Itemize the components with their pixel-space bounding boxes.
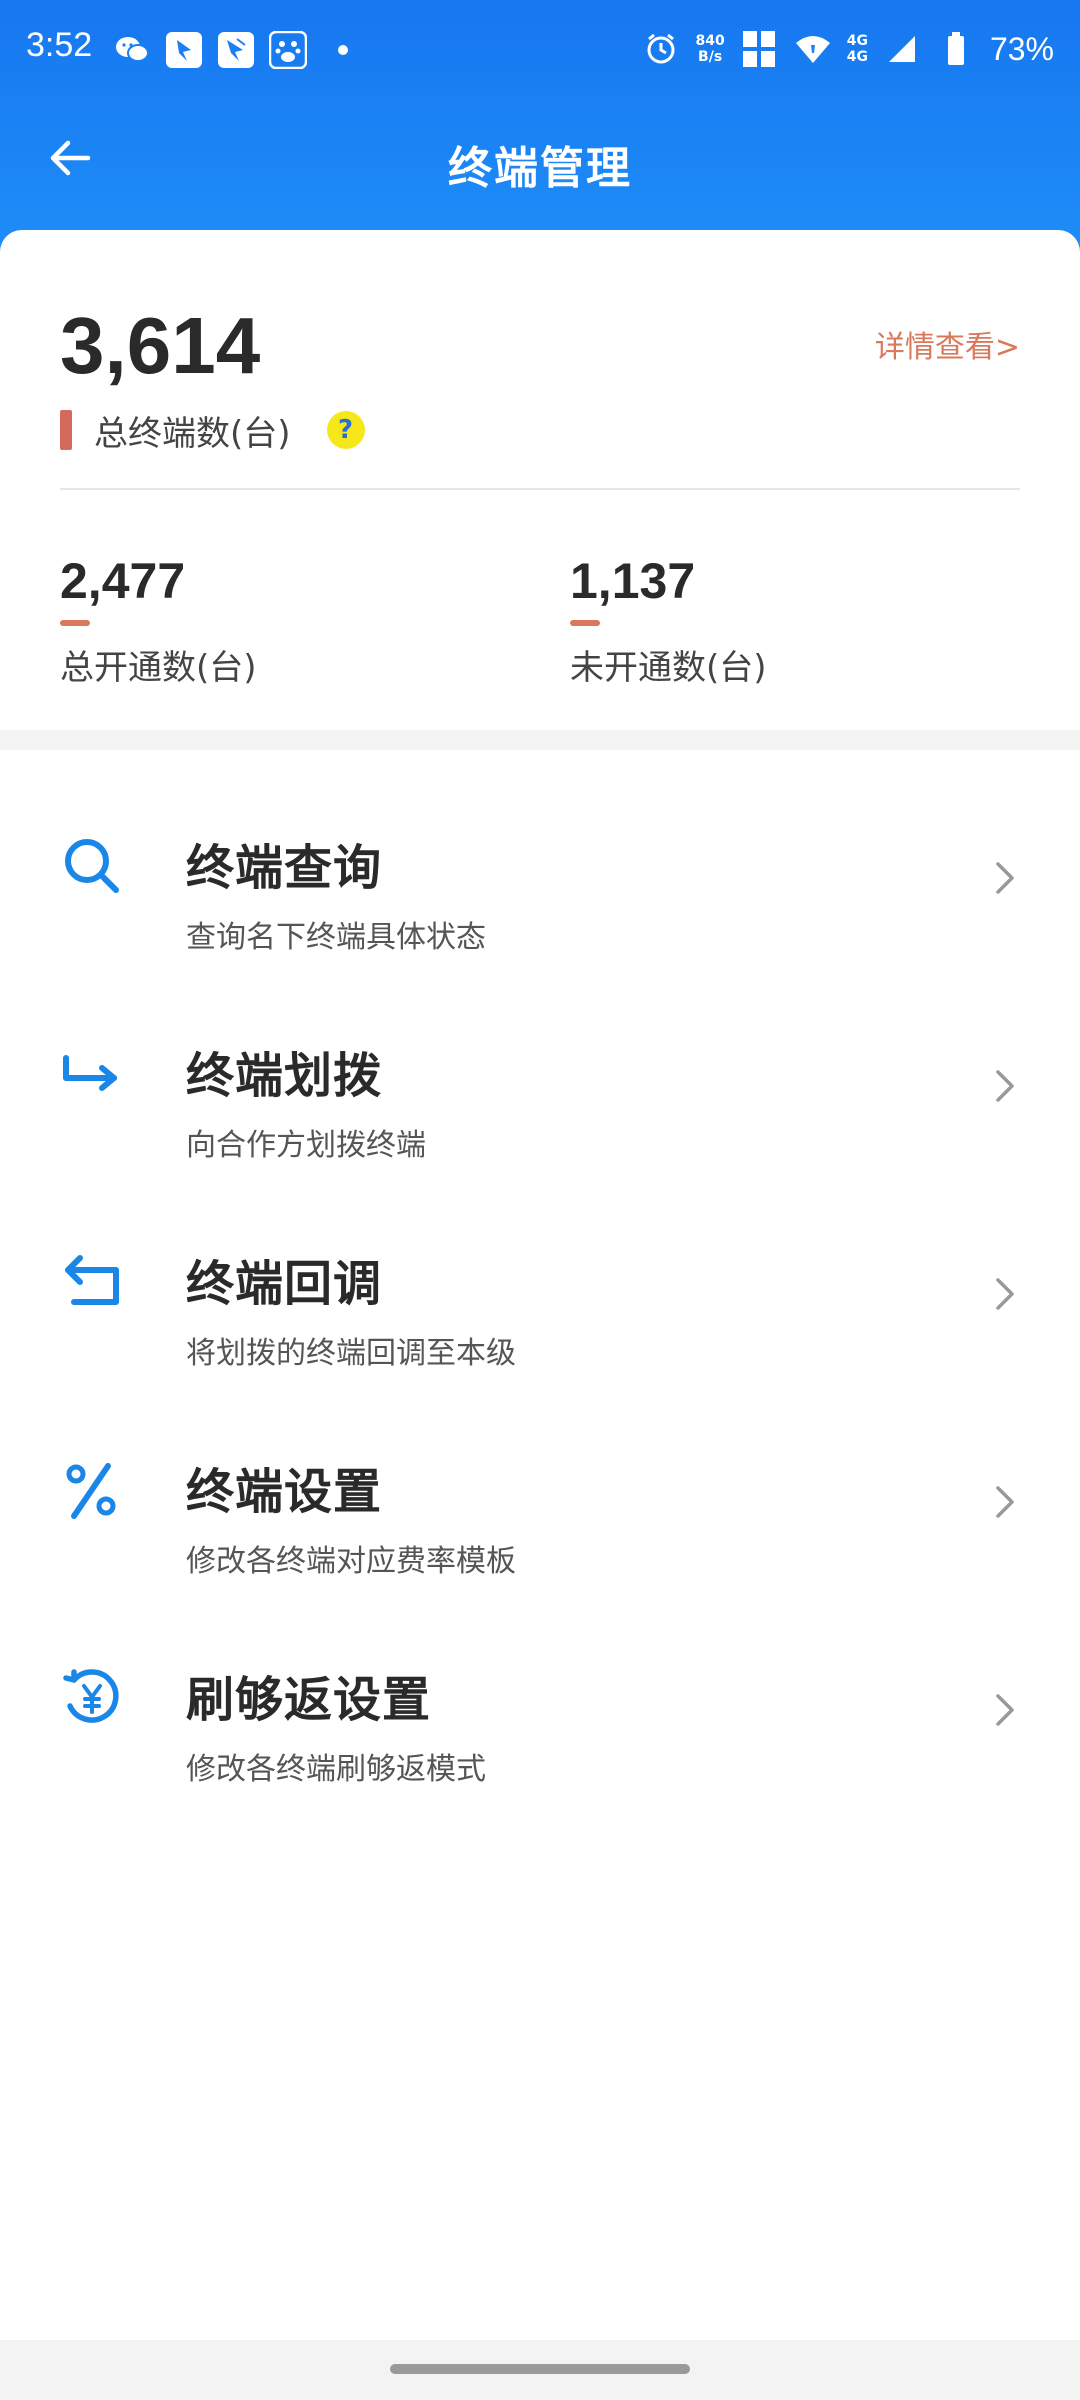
menu-item-terminal-query[interactable]: 终端查询 查询名下终端具体状态 bbox=[0, 780, 1080, 988]
network-type: 4G 4G bbox=[847, 33, 868, 65]
total-terminals-label: 总终端数(台) bbox=[94, 413, 291, 454]
app-notification-icon bbox=[164, 30, 204, 70]
menu-item-title: 终端设置 bbox=[186, 1464, 383, 1520]
status-time: 3:52 bbox=[26, 26, 93, 64]
menu-item-terminal-transfer[interactable]: 终端划拨 向合作方划拨终端 bbox=[0, 988, 1080, 1196]
menu-item-desc: 查询名下终端具体状态 bbox=[186, 920, 486, 955]
menu-item-desc: 将划拨的终端回调至本级 bbox=[186, 1336, 516, 1371]
menu-item-title: 终端回调 bbox=[186, 1256, 383, 1312]
chevron-right-icon bbox=[990, 1690, 1020, 1730]
status-bar: 3:52 840 B/s 4G 4G 73% bbox=[0, 0, 1080, 100]
network-label-top: 4G bbox=[846, 33, 868, 49]
menu-list: 终端查询 查询名下终端具体状态 终端划拨 向合作方划拨终端 终端回调 将划拨的终… bbox=[0, 780, 1080, 1820]
percent-icon bbox=[56, 1454, 128, 1526]
activated-label: 总开通数(台) bbox=[60, 648, 257, 688]
summary-card: 3,614 详情查看> 总终端数(台) ? 2,477 总开通数(台) 1,13… bbox=[0, 230, 1080, 730]
home-indicator[interactable] bbox=[390, 2364, 690, 2374]
chevron-right-icon bbox=[990, 1274, 1020, 1314]
battery-icon bbox=[936, 29, 976, 69]
menu-item-desc: 修改各终端对应费率模板 bbox=[186, 1544, 516, 1579]
menu-item-desc: 修改各终端刷够返模式 bbox=[186, 1752, 486, 1787]
app-notification-icon bbox=[216, 30, 256, 70]
menu-item-terminal-settings[interactable]: 终端设置 修改各终端对应费率模板 bbox=[0, 1404, 1080, 1612]
battery-percent: 73% bbox=[989, 30, 1054, 67]
menu-item-desc: 向合作方划拨终端 bbox=[186, 1128, 426, 1163]
chevron-right-icon bbox=[990, 1066, 1020, 1106]
help-icon[interactable]: ? bbox=[326, 411, 365, 449]
header-background: 3:52 840 B/s 4G 4G 73% 终端管理 bbox=[0, 0, 1080, 260]
search-icon bbox=[56, 830, 128, 902]
stat-underline bbox=[60, 620, 90, 626]
status-right-icons: 840 B/s 4G 4G 73% bbox=[641, 26, 1054, 72]
hd-icon bbox=[739, 29, 779, 69]
menu-item-cashback-settings[interactable]: 刷够返设置 修改各终端刷够返模式 bbox=[0, 1612, 1080, 1820]
menu-item-terminal-recall[interactable]: 终端回调 将划拨的终端回调至本级 bbox=[0, 1196, 1080, 1404]
menu-item-title: 终端查询 bbox=[186, 840, 383, 896]
net-speed-unit: B/s bbox=[698, 49, 723, 65]
net-speed-value: 840 bbox=[695, 33, 725, 49]
total-terminals-value: 3,614 bbox=[60, 301, 261, 390]
wifi-icon bbox=[793, 29, 833, 69]
inactive-stat: 1,137 未开通数(台) bbox=[570, 552, 767, 689]
menu-item-title: 刷够返设置 bbox=[186, 1672, 432, 1728]
alarm-icon bbox=[641, 29, 681, 69]
divider bbox=[60, 488, 1020, 490]
network-label-bottom: 4G bbox=[846, 49, 868, 65]
notification-icons bbox=[112, 28, 348, 72]
chevron-right-icon bbox=[990, 858, 1020, 898]
return-arrow-icon bbox=[56, 1246, 128, 1318]
cashback-yen-icon bbox=[56, 1662, 128, 1734]
net-speed: 840 B/s bbox=[695, 33, 724, 65]
signal-icon bbox=[882, 29, 922, 69]
stat-underline bbox=[570, 620, 600, 626]
accent-bar bbox=[60, 410, 72, 450]
total-label-row: 总终端数(台) ? bbox=[60, 408, 365, 454]
page-title: 终端管理 bbox=[448, 143, 632, 194]
detail-link[interactable]: 详情查看> bbox=[875, 322, 1020, 366]
wechat-icon bbox=[112, 30, 152, 70]
inactive-value: 1,137 bbox=[570, 553, 696, 609]
activated-value: 2,477 bbox=[60, 553, 186, 609]
section-separator bbox=[0, 730, 1080, 750]
chevron-right-icon bbox=[990, 1482, 1020, 1522]
menu-item-title: 终端划拨 bbox=[186, 1048, 383, 1104]
transfer-arrow-icon bbox=[56, 1038, 128, 1110]
baidu-paw-icon bbox=[268, 30, 308, 70]
inactive-label: 未开通数(台) bbox=[570, 648, 767, 688]
more-notifications-dot bbox=[338, 45, 348, 55]
activated-stat: 2,477 总开通数(台) bbox=[60, 552, 257, 689]
